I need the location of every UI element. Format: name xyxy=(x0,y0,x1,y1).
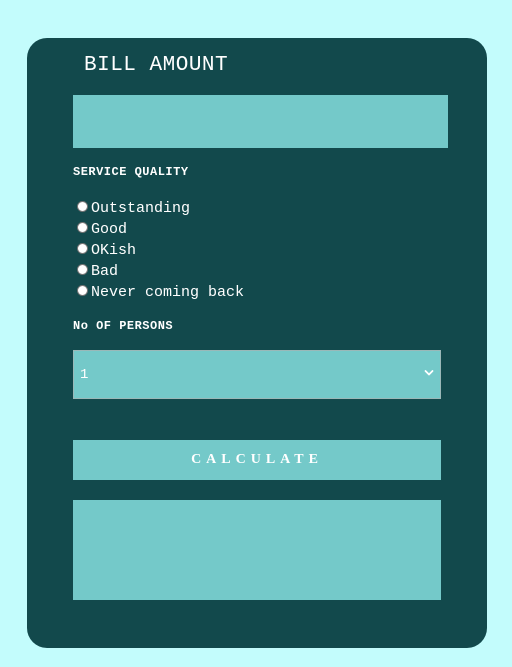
bill-amount-heading: BILL AMOUNT xyxy=(84,54,229,77)
radio-circle-icon[interactable] xyxy=(77,222,88,233)
service-option-outstanding[interactable]: Outstanding xyxy=(77,198,244,219)
service-option-label: OKish xyxy=(91,242,137,259)
service-option-label: Outstanding xyxy=(91,200,191,217)
result-box xyxy=(73,500,441,600)
radio-circle-icon[interactable] xyxy=(77,243,88,254)
persons-label: No OF PERSONS xyxy=(73,319,174,333)
service-option-never-coming-back[interactable]: Never coming back xyxy=(77,282,244,303)
tip-calculator-card: BILL AMOUNT SERVICE QUALITY Outstanding … xyxy=(27,38,487,648)
service-quality-label: SERVICE QUALITY xyxy=(73,165,189,179)
radio-circle-icon[interactable] xyxy=(77,201,88,212)
persons-selected-value: 1 xyxy=(80,366,89,383)
service-option-label: Bad xyxy=(91,263,119,280)
chevron-down-icon xyxy=(424,370,434,376)
bill-amount-input[interactable] xyxy=(73,95,448,148)
service-option-bad[interactable]: Bad xyxy=(77,261,244,282)
persons-select[interactable]: 1 xyxy=(73,350,441,399)
service-option-good[interactable]: Good xyxy=(77,219,244,240)
radio-circle-icon[interactable] xyxy=(77,285,88,296)
calculate-button[interactable]: CALCULATE xyxy=(73,440,441,480)
service-option-label: Never coming back xyxy=(91,284,245,301)
service-quality-options: Outstanding Good OKish Bad Never coming … xyxy=(77,198,244,303)
service-option-label: Good xyxy=(91,221,128,238)
service-option-okish[interactable]: OKish xyxy=(77,240,244,261)
radio-circle-icon[interactable] xyxy=(77,264,88,275)
